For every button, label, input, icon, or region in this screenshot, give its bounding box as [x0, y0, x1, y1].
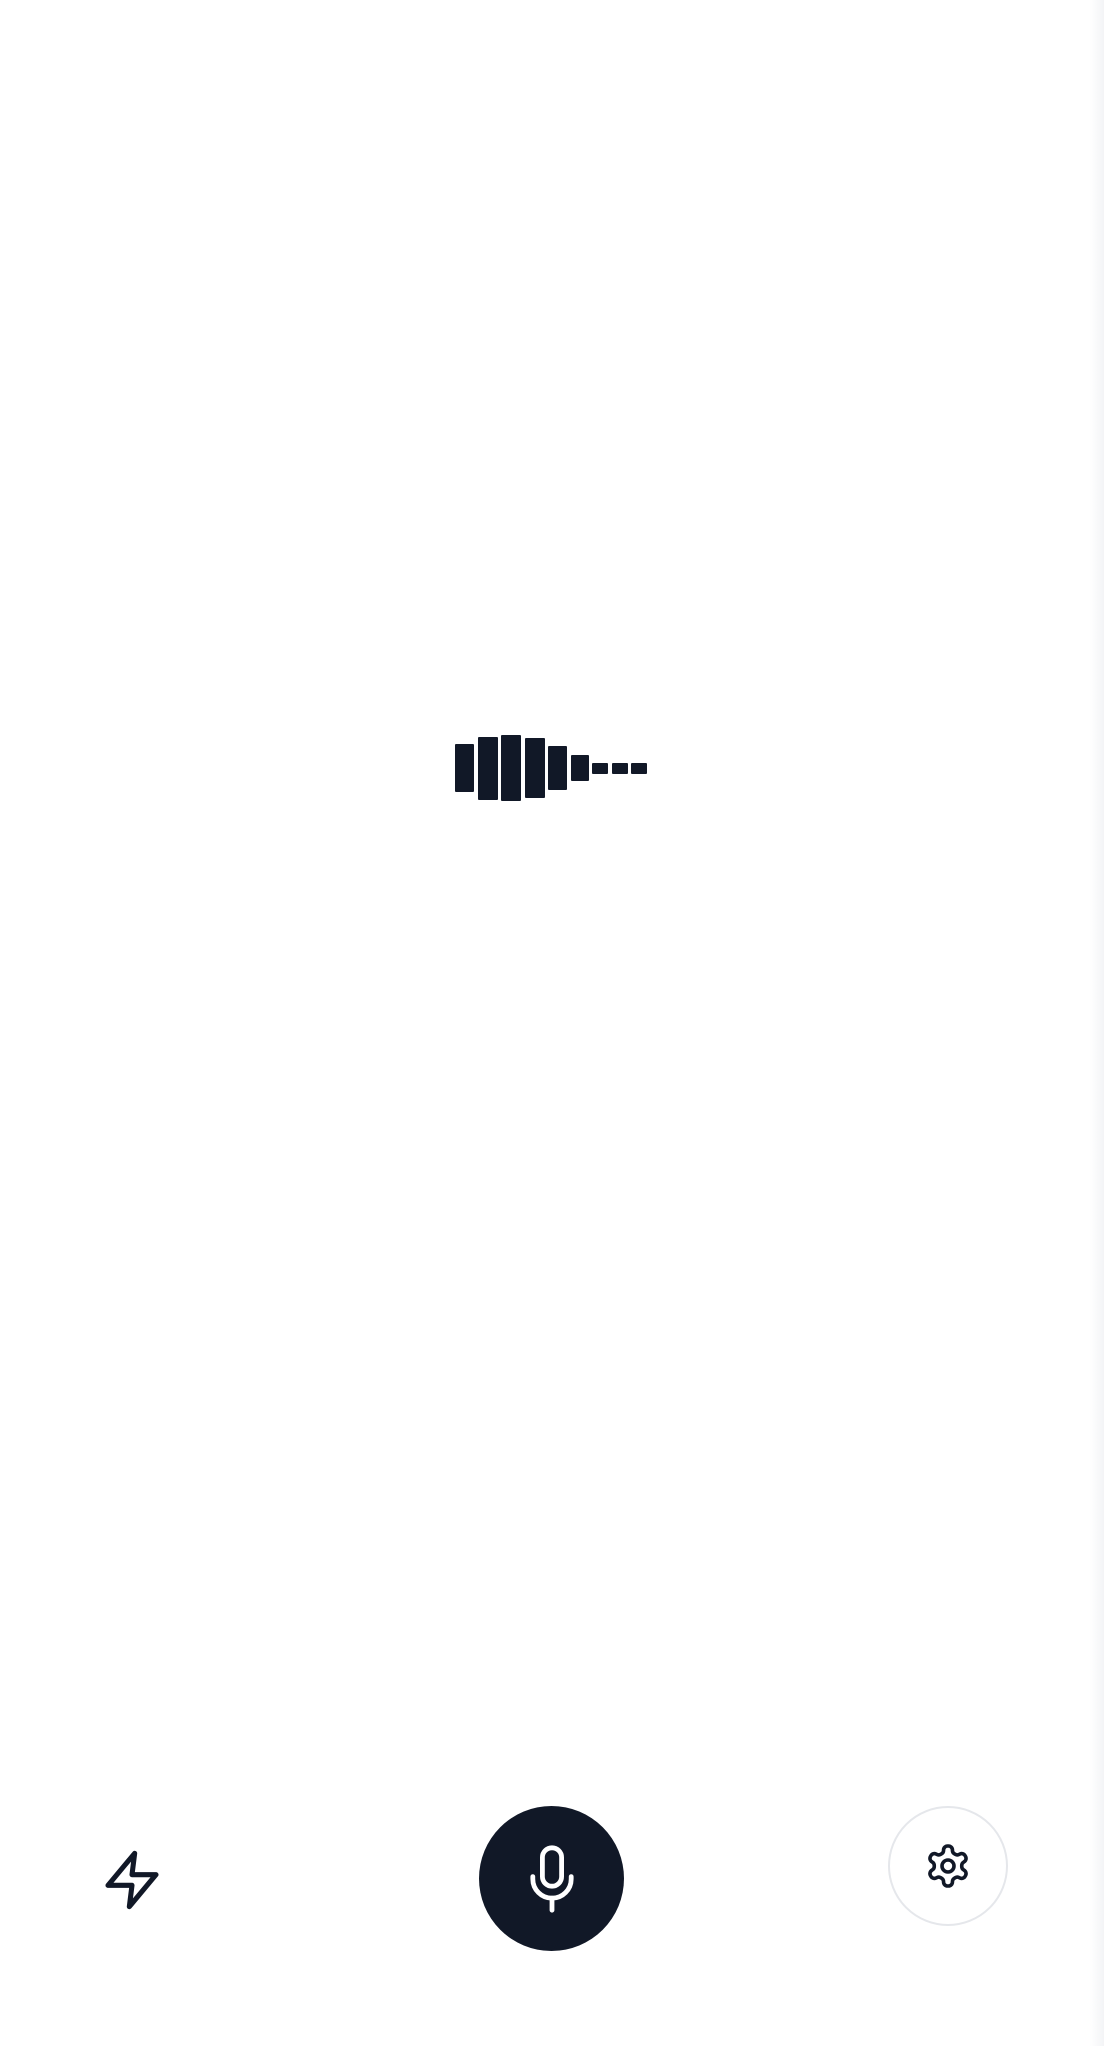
- quick-action-button[interactable]: [92, 1840, 172, 1920]
- waveform-bar: [570, 755, 589, 781]
- waveform-bar: [477, 736, 498, 800]
- waveform-bar: [631, 762, 647, 774]
- right-edge-shadow: [1090, 0, 1104, 2046]
- waveform-bar: [524, 738, 545, 798]
- lightning-bolt-icon: [100, 1845, 164, 1915]
- microphone-icon: [523, 1843, 581, 1915]
- waveform-bar: [548, 746, 567, 790]
- gear-icon: [924, 1842, 972, 1890]
- waveform-bar: [592, 762, 608, 774]
- settings-button[interactable]: [888, 1806, 1008, 1926]
- bottom-toolbar: [0, 1800, 1104, 1960]
- audio-waveform: [455, 732, 655, 804]
- waveform-bar: [501, 735, 521, 801]
- waveform-bar: [611, 762, 628, 774]
- microphone-button[interactable]: [479, 1806, 624, 1951]
- voice-assistant-screen: [0, 0, 1104, 2046]
- waveform-bar: [455, 744, 474, 792]
